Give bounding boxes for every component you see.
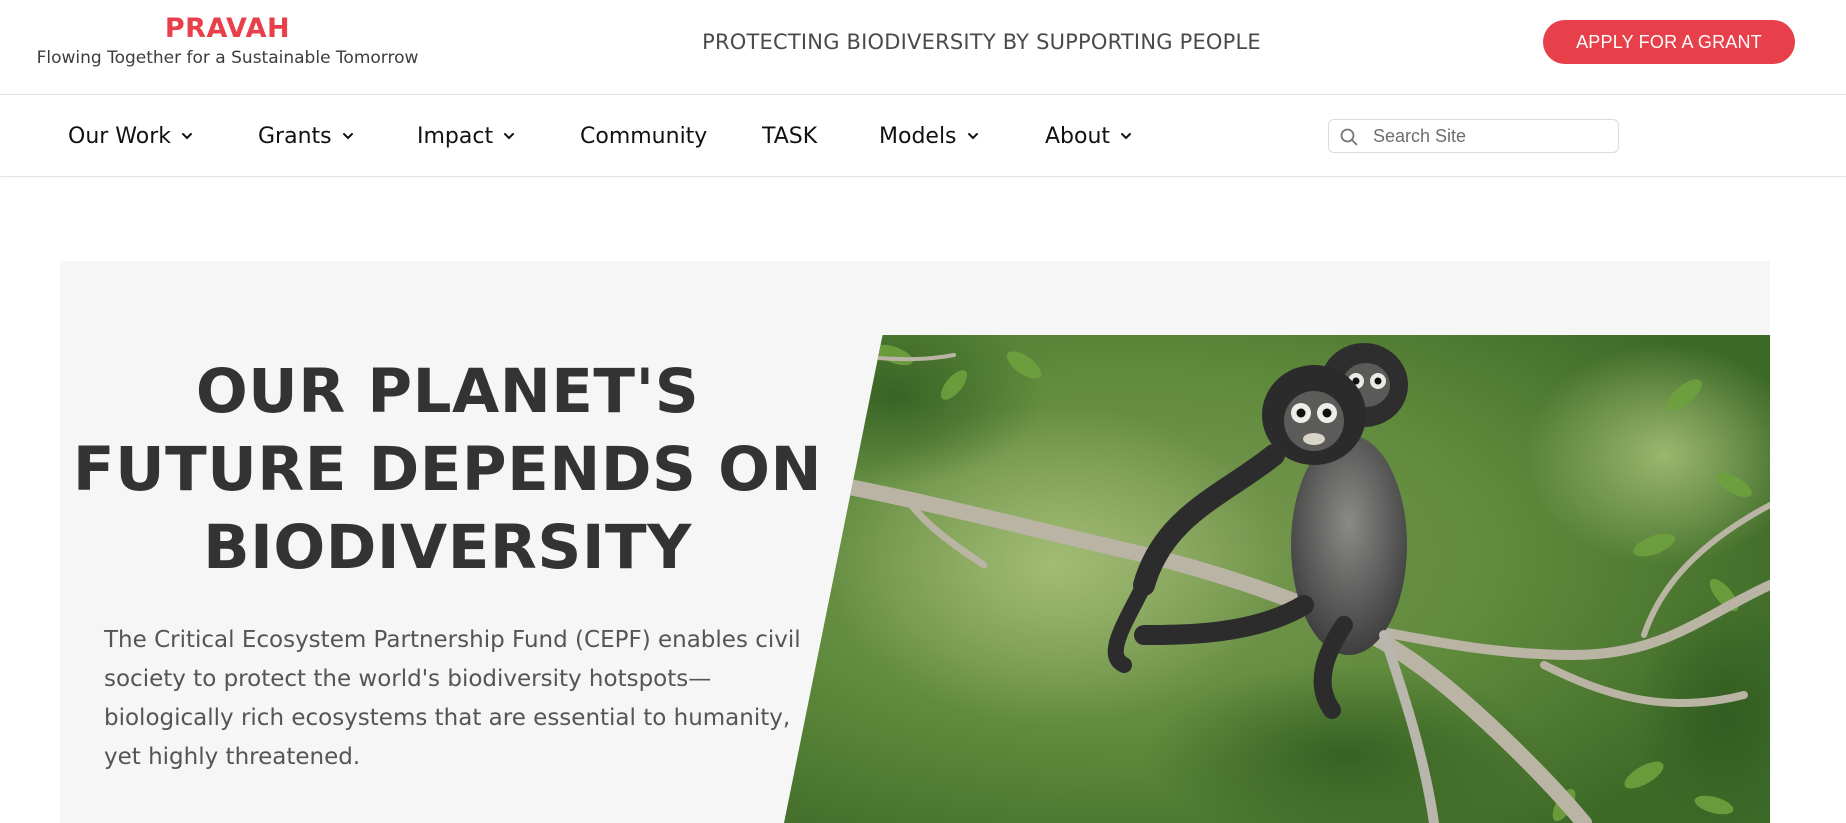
nav-item-task[interactable]: TASK xyxy=(762,119,817,153)
nav-item-community[interactable]: Community xyxy=(580,119,707,153)
chevron-down-icon xyxy=(967,133,978,140)
nav-item-label: About xyxy=(1045,123,1111,149)
chevron-down-icon xyxy=(504,133,515,140)
nav-item-label: TASK xyxy=(762,123,818,149)
hero-image xyxy=(784,335,1770,823)
nav-item-our-work[interactable]: Our Work xyxy=(68,119,193,153)
hero-title-line: FUTURE DEPENDS ON xyxy=(72,434,823,505)
chevron-down-icon xyxy=(342,133,353,140)
nav-item-label: Impact xyxy=(417,123,494,149)
brand-name[interactable]: PRAVAH xyxy=(0,12,455,46)
nav-item-label: Community xyxy=(580,123,708,149)
hero-title: OUR PLANET'S FUTURE DEPENDS ON BIODIVERS… xyxy=(60,353,835,587)
nav-item-models[interactable]: Models xyxy=(879,119,979,153)
hero-description: The Critical Ecosystem Partnership Fund … xyxy=(104,627,801,770)
nav-item-about[interactable]: About xyxy=(1045,119,1132,153)
brand-tagline: Flowing Together for a Sustainable Tomor… xyxy=(36,48,419,68)
search-input[interactable] xyxy=(1373,123,1608,149)
chevron-down-icon xyxy=(182,133,193,140)
nav-item-grants[interactable]: Grants xyxy=(258,119,354,153)
search-icon[interactable] xyxy=(1340,128,1358,146)
chevron-down-icon xyxy=(1121,133,1132,140)
nav-item-impact[interactable]: Impact xyxy=(417,119,515,153)
site-header: PRAVAH Flowing Together for a Sustainabl… xyxy=(0,0,1846,95)
brand[interactable]: PRAVAH Flowing Together for a Sustainabl… xyxy=(0,12,455,69)
hero-title-line: BIODIVERSITY xyxy=(203,512,692,583)
apply-for-grant-button[interactable]: APPLY FOR A GRANT xyxy=(1543,20,1795,64)
hero-section: OUR PLANET'S FUTURE DEPENDS ON BIODIVERS… xyxy=(60,261,1770,823)
nav-item-label: Our Work xyxy=(68,123,172,149)
nav-item-label: Models xyxy=(879,123,957,149)
hero-title-line: OUR PLANET'S xyxy=(195,356,700,427)
nav-item-label: Grants xyxy=(258,123,332,149)
site-search[interactable] xyxy=(1328,119,1619,153)
header-tagline: PROTECTING BIODIVERSITY BY SUPPORTING PE… xyxy=(702,30,1261,54)
